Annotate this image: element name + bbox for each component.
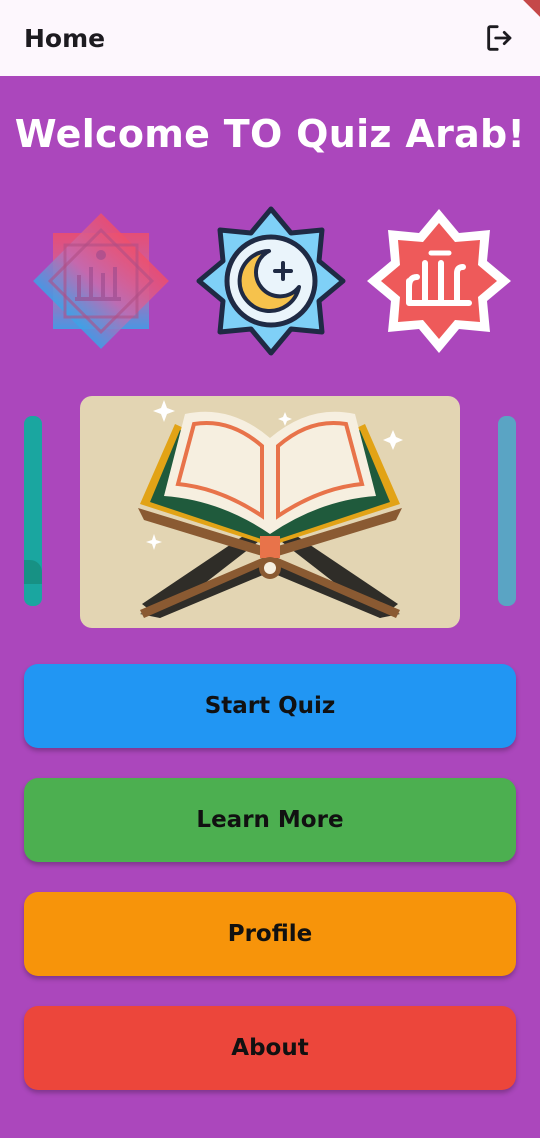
logout-icon[interactable] (480, 18, 520, 58)
welcome-heading: Welcome TO Quiz Arab! (14, 112, 526, 156)
carousel-next-card[interactable] (498, 416, 516, 606)
page-title: Home (24, 23, 106, 53)
profile-button[interactable]: Profile (24, 892, 516, 976)
allah-calligraphy-badge-icon (364, 206, 514, 356)
learn-more-button[interactable]: Learn More (24, 778, 516, 862)
carousel-prev-card[interactable] (24, 416, 42, 606)
start-quiz-button[interactable]: Start Quiz (24, 664, 516, 748)
icons-row (0, 206, 540, 356)
rub-el-hizb-star-icon (26, 206, 176, 356)
image-carousel[interactable] (0, 396, 540, 628)
about-button[interactable]: About (24, 1006, 516, 1090)
crescent-moon-badge-icon (196, 206, 346, 356)
quran-on-stand-illustration (80, 396, 460, 628)
app-bar: Home (0, 0, 540, 76)
